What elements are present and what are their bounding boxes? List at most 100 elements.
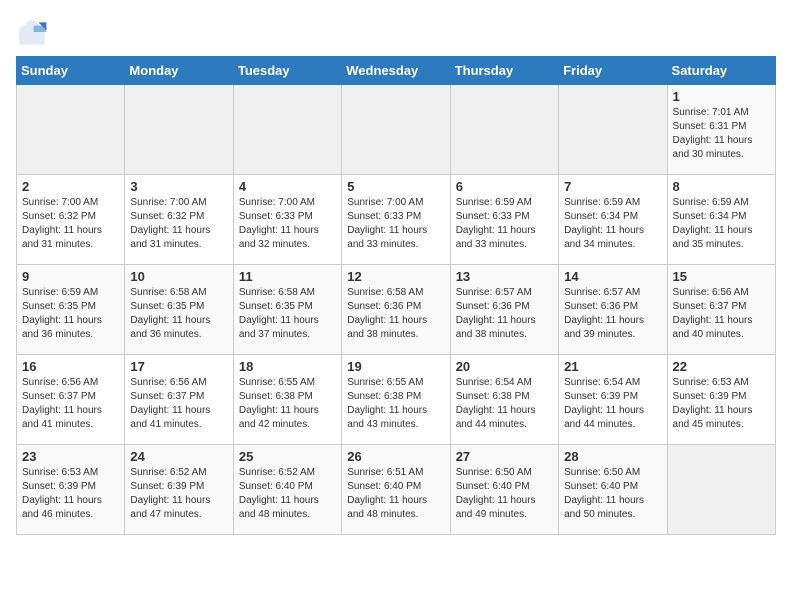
day-info: Sunrise: 7:00 AM Sunset: 6:33 PM Dayligh…	[239, 196, 336, 252]
calendar-cell: 17 Sunrise: 6:56 AM Sunset: 6:37 PM Dayli…	[125, 355, 233, 445]
day-info: Sunrise: 6:58 AM Sunset: 6:35 PM Dayligh…	[130, 286, 227, 342]
day-number: 20	[456, 359, 553, 374]
day-info: Sunrise: 6:56 AM Sunset: 6:37 PM Dayligh…	[22, 376, 119, 432]
calendar-cell	[342, 85, 450, 175]
calendar-cell: 21 Sunrise: 6:54 AM Sunset: 6:39 PM Dayli…	[559, 355, 667, 445]
day-info: Sunrise: 6:50 AM Sunset: 6:40 PM Dayligh…	[456, 466, 553, 522]
calendar-cell: 28 Sunrise: 6:50 AM Sunset: 6:40 PM Dayli…	[559, 445, 667, 535]
day-info: Sunrise: 7:01 AM Sunset: 6:31 PM Dayligh…	[673, 106, 770, 162]
day-number: 24	[130, 449, 227, 464]
calendar-cell	[450, 85, 558, 175]
day-info: Sunrise: 6:57 AM Sunset: 6:36 PM Dayligh…	[456, 286, 553, 342]
day-info: Sunrise: 6:59 AM Sunset: 6:33 PM Dayligh…	[456, 196, 553, 252]
day-info: Sunrise: 6:53 AM Sunset: 6:39 PM Dayligh…	[22, 466, 119, 522]
day-info: Sunrise: 6:53 AM Sunset: 6:39 PM Dayligh…	[673, 376, 770, 432]
day-number: 28	[564, 449, 661, 464]
day-info: Sunrise: 6:51 AM Sunset: 6:40 PM Dayligh…	[347, 466, 444, 522]
week-row-4: 16 Sunrise: 6:56 AM Sunset: 6:37 PM Dayli…	[17, 355, 776, 445]
day-number: 12	[347, 269, 444, 284]
day-number: 25	[239, 449, 336, 464]
calendar-cell: 7 Sunrise: 6:59 AM Sunset: 6:34 PM Daylig…	[559, 175, 667, 265]
day-number: 27	[456, 449, 553, 464]
calendar-cell	[125, 85, 233, 175]
calendar-cell: 25 Sunrise: 6:52 AM Sunset: 6:40 PM Dayli…	[233, 445, 341, 535]
week-row-3: 9 Sunrise: 6:59 AM Sunset: 6:35 PM Daylig…	[17, 265, 776, 355]
day-number: 21	[564, 359, 661, 374]
calendar-cell: 8Sunrise: 6:59 AM Sunset: 6:34 PM Daylig…	[667, 175, 775, 265]
calendar-cell: 14 Sunrise: 6:57 AM Sunset: 6:36 PM Dayli…	[559, 265, 667, 355]
header-monday: Monday	[125, 57, 233, 85]
header-wednesday: Wednesday	[342, 57, 450, 85]
day-number: 17	[130, 359, 227, 374]
day-number: 3	[130, 179, 227, 194]
day-info: Sunrise: 6:56 AM Sunset: 6:37 PM Dayligh…	[130, 376, 227, 432]
header-thursday: Thursday	[450, 57, 558, 85]
calendar-table: SundayMondayTuesdayWednesdayThursdayFrid…	[16, 56, 776, 535]
day-number: 6	[456, 179, 553, 194]
day-info: Sunrise: 6:55 AM Sunset: 6:38 PM Dayligh…	[347, 376, 444, 432]
logo-icon	[16, 16, 48, 48]
week-row-2: 2Sunrise: 7:00 AM Sunset: 6:32 PM Daylig…	[17, 175, 776, 265]
week-row-1: 1 Sunrise: 7:01 AM Sunset: 6:31 PM Daylig…	[17, 85, 776, 175]
day-info: Sunrise: 7:00 AM Sunset: 6:33 PM Dayligh…	[347, 196, 444, 252]
calendar-cell: 19 Sunrise: 6:55 AM Sunset: 6:38 PM Dayli…	[342, 355, 450, 445]
calendar-cell: 5 Sunrise: 7:00 AM Sunset: 6:33 PM Daylig…	[342, 175, 450, 265]
calendar-cell: 12 Sunrise: 6:58 AM Sunset: 6:36 PM Dayli…	[342, 265, 450, 355]
day-number: 14	[564, 269, 661, 284]
calendar-cell: 27 Sunrise: 6:50 AM Sunset: 6:40 PM Dayli…	[450, 445, 558, 535]
calendar-cell	[667, 445, 775, 535]
page-header	[16, 16, 776, 48]
header-saturday: Saturday	[667, 57, 775, 85]
header-tuesday: Tuesday	[233, 57, 341, 85]
calendar-cell	[17, 85, 125, 175]
calendar-cell: 6 Sunrise: 6:59 AM Sunset: 6:33 PM Daylig…	[450, 175, 558, 265]
day-info: Sunrise: 6:57 AM Sunset: 6:36 PM Dayligh…	[564, 286, 661, 342]
day-info: Sunrise: 6:52 AM Sunset: 6:40 PM Dayligh…	[239, 466, 336, 522]
calendar-cell: 9 Sunrise: 6:59 AM Sunset: 6:35 PM Daylig…	[17, 265, 125, 355]
day-info: Sunrise: 6:56 AM Sunset: 6:37 PM Dayligh…	[673, 286, 770, 342]
calendar-cell: 10 Sunrise: 6:58 AM Sunset: 6:35 PM Dayli…	[125, 265, 233, 355]
day-number: 26	[347, 449, 444, 464]
day-info: Sunrise: 6:50 AM Sunset: 6:40 PM Dayligh…	[564, 466, 661, 522]
day-info: Sunrise: 6:54 AM Sunset: 6:38 PM Dayligh…	[456, 376, 553, 432]
day-number: 7	[564, 179, 661, 194]
week-row-5: 23 Sunrise: 6:53 AM Sunset: 6:39 PM Dayli…	[17, 445, 776, 535]
logo	[16, 16, 52, 48]
day-info: Sunrise: 6:59 AM Sunset: 6:34 PM Dayligh…	[564, 196, 661, 252]
day-number: 16	[22, 359, 119, 374]
day-info: Sunrise: 6:54 AM Sunset: 6:39 PM Dayligh…	[564, 376, 661, 432]
day-info: Sunrise: 7:00 AM Sunset: 6:32 PM Dayligh…	[22, 196, 119, 252]
calendar-cell	[233, 85, 341, 175]
day-number: 9	[22, 269, 119, 284]
calendar-cell: 3 Sunrise: 7:00 AM Sunset: 6:32 PM Daylig…	[125, 175, 233, 265]
day-info: Sunrise: 6:58 AM Sunset: 6:35 PM Dayligh…	[239, 286, 336, 342]
day-number: 18	[239, 359, 336, 374]
calendar-cell: 15 Sunrise: 6:56 AM Sunset: 6:37 PM Dayli…	[667, 265, 775, 355]
day-info: Sunrise: 6:52 AM Sunset: 6:39 PM Dayligh…	[130, 466, 227, 522]
calendar-cell: 11 Sunrise: 6:58 AM Sunset: 6:35 PM Dayli…	[233, 265, 341, 355]
day-number: 8	[673, 179, 770, 194]
calendar-cell: 22 Sunrise: 6:53 AM Sunset: 6:39 PM Dayli…	[667, 355, 775, 445]
day-number: 13	[456, 269, 553, 284]
day-number: 10	[130, 269, 227, 284]
day-number: 22	[673, 359, 770, 374]
calendar-cell: 18 Sunrise: 6:55 AM Sunset: 6:38 PM Dayli…	[233, 355, 341, 445]
calendar-cell: 16 Sunrise: 6:56 AM Sunset: 6:37 PM Dayli…	[17, 355, 125, 445]
day-number: 11	[239, 269, 336, 284]
calendar-cell: 2Sunrise: 7:00 AM Sunset: 6:32 PM Daylig…	[17, 175, 125, 265]
header-friday: Friday	[559, 57, 667, 85]
day-info: Sunrise: 6:59 AM Sunset: 6:35 PM Dayligh…	[22, 286, 119, 342]
day-number: 5	[347, 179, 444, 194]
calendar-cell: 23 Sunrise: 6:53 AM Sunset: 6:39 PM Dayli…	[17, 445, 125, 535]
day-number: 19	[347, 359, 444, 374]
day-info: Sunrise: 6:55 AM Sunset: 6:38 PM Dayligh…	[239, 376, 336, 432]
header-sunday: Sunday	[17, 57, 125, 85]
calendar-cell: 13 Sunrise: 6:57 AM Sunset: 6:36 PM Dayli…	[450, 265, 558, 355]
day-number: 15	[673, 269, 770, 284]
day-info: Sunrise: 6:58 AM Sunset: 6:36 PM Dayligh…	[347, 286, 444, 342]
day-info: Sunrise: 7:00 AM Sunset: 6:32 PM Dayligh…	[130, 196, 227, 252]
day-number: 23	[22, 449, 119, 464]
day-number: 4	[239, 179, 336, 194]
day-number: 1	[673, 89, 770, 104]
header-row: SundayMondayTuesdayWednesdayThursdayFrid…	[17, 57, 776, 85]
